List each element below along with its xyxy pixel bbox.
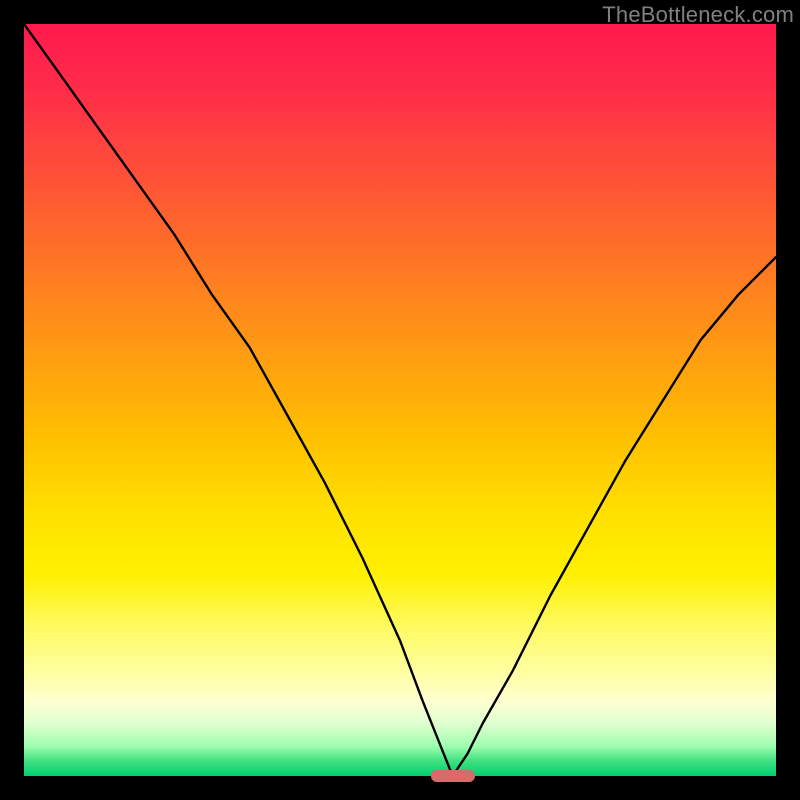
watermark-text: TheBottleneck.com: [602, 2, 794, 28]
bottleneck-curve-line: [24, 24, 776, 776]
curve-svg: [24, 24, 776, 776]
optimal-point-marker: [431, 770, 475, 782]
plot-area: [24, 24, 776, 776]
chart-frame: TheBottleneck.com: [0, 0, 800, 800]
